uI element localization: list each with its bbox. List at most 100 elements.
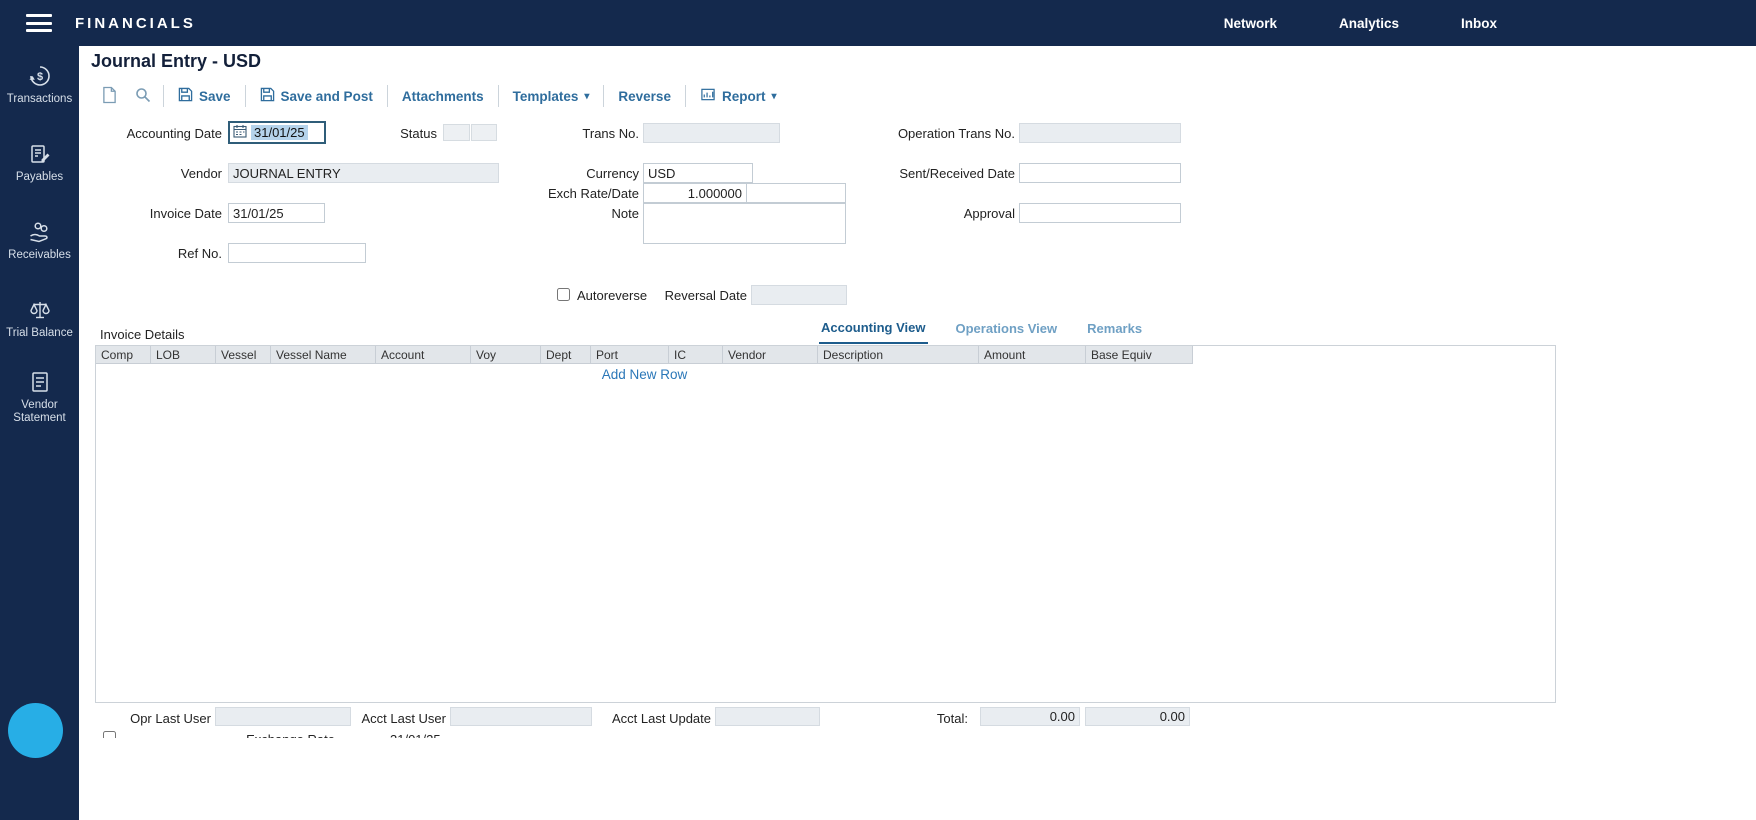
reversal-date-input [751, 285, 847, 305]
toolbar-separator [498, 85, 499, 107]
attachments-label: Attachments [402, 89, 484, 104]
exchange-rate-value[interactable]: 31/01/25 [390, 730, 441, 738]
column-header-account[interactable]: Account [376, 346, 471, 364]
trial-balance-scale-icon [28, 298, 52, 322]
report-button[interactable]: Report ▾ [689, 87, 788, 105]
invoice-date-label: Invoice Date [82, 204, 222, 224]
status-indicator-1 [443, 124, 470, 141]
new-document-button[interactable] [93, 86, 126, 107]
acct-last-user-label: Acct Last User [306, 709, 446, 729]
vendor-statement-icon [28, 370, 52, 394]
column-header-amount[interactable]: Amount [979, 346, 1086, 364]
approval-label: Approval [855, 204, 1015, 224]
status-label: Status [297, 124, 437, 144]
sidebar-item-label: Payables [16, 171, 63, 184]
trans-no-label: Trans No. [499, 124, 639, 144]
topbar: FINANCIALS Network Analytics Inbox [0, 0, 1756, 46]
note-label: Note [499, 204, 639, 224]
toolbar-separator [245, 85, 246, 107]
report-icon [700, 87, 716, 105]
column-header-comp[interactable]: Comp [96, 346, 151, 364]
autoreverse-checkbox[interactable] [557, 288, 570, 301]
column-header-description[interactable]: Description [818, 346, 979, 364]
add-new-row-container: Add New Row [96, 366, 1193, 384]
exch-rate-input[interactable]: 1.000000 [643, 183, 747, 203]
help-fab-button[interactable] [8, 703, 63, 758]
clipped-row-checkbox[interactable] [103, 731, 116, 738]
search-icon [135, 87, 151, 106]
payables-icon [28, 142, 52, 166]
invoice-date-input[interactable]: 31/01/25 [228, 203, 325, 223]
sidebar-item-payables[interactable]: Payables [0, 124, 79, 202]
menu-icon[interactable] [26, 14, 52, 32]
nav-network[interactable]: Network [1224, 16, 1277, 31]
reversal-date-label: Reversal Date [611, 286, 747, 306]
transactions-dollar-icon: $ [28, 64, 52, 88]
tab-accounting-view[interactable]: Accounting View [819, 316, 928, 344]
save-and-post-icon [260, 87, 275, 105]
toolbar-separator [163, 85, 164, 107]
svg-text:$: $ [36, 71, 42, 83]
column-header-lob[interactable]: LOB [151, 346, 216, 364]
sidebar-item-trial-balance[interactable]: Trial Balance [0, 280, 79, 358]
operation-trans-no-label: Operation Trans No. [855, 124, 1015, 144]
main-content: Journal Entry - USD Save Save and Post A… [79, 46, 1756, 820]
search-button[interactable] [126, 87, 160, 106]
column-header-dept[interactable]: Dept [541, 346, 591, 364]
column-header-base-equiv[interactable]: Base Equiv [1086, 346, 1193, 364]
templates-button[interactable]: Templates ▾ [502, 89, 601, 104]
column-header-voy[interactable]: Voy [471, 346, 541, 364]
status-indicator-2 [471, 124, 497, 141]
column-header-port[interactable]: Port [591, 346, 669, 364]
save-and-post-button[interactable]: Save and Post [249, 87, 384, 105]
tab-operations-view[interactable]: Operations View [954, 316, 1060, 344]
sidebar: $ Transactions Payables Receivables Tria… [0, 46, 79, 820]
top-navigation: Network Analytics Inbox [1224, 16, 1756, 31]
sidebar-item-label: Trial Balance [6, 327, 73, 340]
approval-input[interactable] [1019, 203, 1181, 223]
sent-received-date-label: Sent/Received Date [855, 164, 1015, 184]
reverse-label: Reverse [618, 89, 671, 104]
note-input[interactable] [643, 203, 846, 244]
toolbar: Save Save and Post Attachments Templates… [93, 82, 787, 110]
column-header-vessel[interactable]: Vessel [216, 346, 271, 364]
total-amount: 0.00 [980, 707, 1080, 726]
currency-input[interactable]: USD [643, 163, 753, 183]
save-label: Save [199, 89, 231, 104]
attachments-button[interactable]: Attachments [391, 89, 495, 104]
column-header-ic[interactable]: IC [669, 346, 723, 364]
chevron-down-icon: ▾ [584, 91, 589, 102]
sent-received-date-input[interactable] [1019, 163, 1181, 183]
exch-date-input[interactable] [746, 183, 846, 203]
page-title: Journal Entry - USD [91, 51, 261, 72]
sidebar-item-vendor-statement[interactable]: Vendor Statement [0, 358, 79, 436]
vendor-input: JOURNAL ENTRY [228, 163, 499, 183]
acct-last-update-label: Acct Last Update [571, 709, 711, 729]
ref-no-label: Ref No. [82, 244, 222, 264]
nav-inbox[interactable]: Inbox [1461, 16, 1497, 31]
receivables-icon [28, 220, 52, 244]
save-button[interactable]: Save [167, 87, 242, 105]
exchange-rate-label: Exchange Rate [195, 730, 335, 738]
sidebar-item-receivables[interactable]: Receivables [0, 202, 79, 280]
new-document-icon [102, 86, 117, 107]
details-tabs: Accounting View Operations View Remarks [819, 316, 1170, 344]
toolbar-separator [387, 85, 388, 107]
chevron-down-icon: ▾ [771, 91, 776, 102]
add-new-row-link[interactable]: Add New Row [602, 367, 688, 382]
calendar-icon[interactable] [233, 124, 247, 141]
trans-no-input [643, 123, 780, 143]
app-title: FINANCIALS [75, 15, 196, 32]
column-header-vessel-name[interactable]: Vessel Name [271, 346, 376, 364]
reverse-button[interactable]: Reverse [607, 89, 682, 104]
operation-trans-no-input [1019, 123, 1181, 143]
total-base-equiv: 0.00 [1085, 707, 1190, 726]
column-header-vendor[interactable]: Vendor [723, 346, 818, 364]
invoice-details-grid: Comp LOB Vessel Vessel Name Account Voy … [95, 345, 1556, 703]
ref-no-input[interactable] [228, 243, 366, 263]
sidebar-item-transactions[interactable]: $ Transactions [0, 46, 79, 124]
nav-analytics[interactable]: Analytics [1339, 16, 1399, 31]
acct-last-update-value [715, 707, 820, 726]
tab-remarks[interactable]: Remarks [1085, 316, 1144, 344]
vendor-label: Vendor [82, 164, 222, 184]
